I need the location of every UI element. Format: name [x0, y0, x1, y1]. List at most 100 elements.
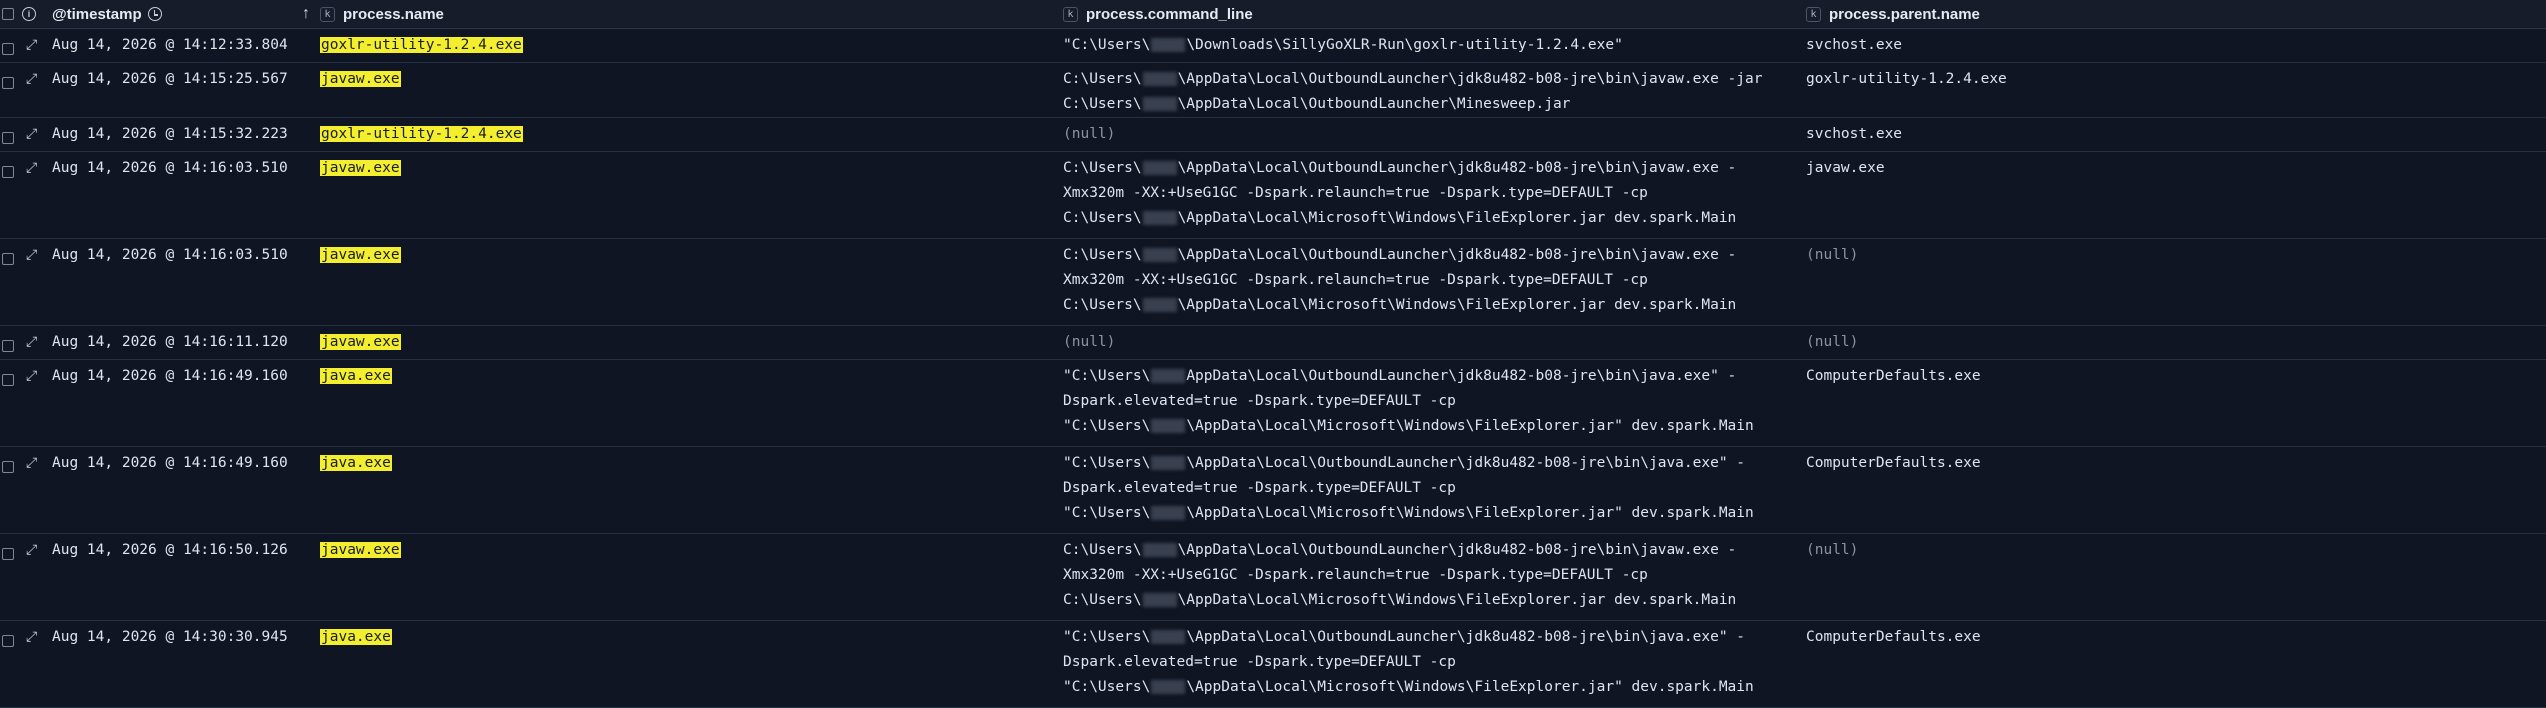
command-line-cell[interactable]: "C:\Users\ \Downloads\SillyGoXLR-Run\goxl… [1063, 29, 1806, 58]
expand-icon[interactable]: ⤢ [22, 29, 52, 58]
row-select-cell[interactable] [0, 326, 22, 361]
command-line-cell[interactable]: C:\Users\ \AppData\Local\OutboundLauncher… [1063, 152, 1806, 231]
command-line-cell[interactable]: "C:\Users\ \AppData\Local\OutboundLaunche… [1063, 447, 1806, 526]
parent-name-cell[interactable]: svchost.exe [1806, 118, 2546, 147]
parent-name-cell[interactable]: ComputerDefaults.exe [1806, 360, 2546, 389]
highlighted-match: java.exe [320, 455, 392, 471]
parent-name-cell[interactable]: (null) [1806, 239, 2546, 268]
timestamp-column-header[interactable]: @timestamp ↑ [52, 0, 320, 28]
row-checkbox[interactable] [2, 43, 14, 55]
process-name-cell[interactable]: javaw.exe [320, 534, 1063, 563]
row-checkbox[interactable] [2, 166, 14, 178]
select-all-checkbox[interactable] [2, 8, 14, 20]
row-checkbox[interactable] [2, 132, 14, 144]
row-select-cell[interactable] [0, 152, 22, 187]
timestamp-cell: Aug 14, 2026 @ 14:15:25.567 [52, 71, 288, 87]
parent-name-cell[interactable]: svchost.exe [1806, 29, 2546, 58]
expand-icon[interactable]: ⤢ [22, 118, 52, 147]
null-value: (null) [1063, 334, 1116, 350]
parent-name-cell[interactable]: javaw.exe [1806, 152, 2546, 181]
command-line-cell[interactable]: C:\Users\ \AppData\Local\OutboundLauncher… [1063, 239, 1806, 318]
expand-icon[interactable]: ⤢ [22, 63, 52, 92]
row-checkbox[interactable] [2, 635, 14, 647]
parent-name-cell[interactable]: goxlr-utility-1.2.4.exe [1806, 63, 2546, 92]
row-checkbox[interactable] [2, 253, 14, 265]
results-table: i @timestamp ↑ k process.name k process.… [0, 0, 2546, 708]
row-select-cell[interactable] [0, 63, 22, 98]
command-line-part: "C:\Users\ [1063, 368, 1151, 384]
keyword-type-icon: k [1063, 6, 1078, 22]
row-select-cell[interactable] [0, 447, 22, 482]
info-icon[interactable]: i [22, 7, 36, 21]
expand-icon[interactable]: ⤢ [22, 621, 52, 650]
parent-name-column-header[interactable]: k process.parent.name [1806, 0, 2546, 28]
select-all-cell[interactable] [0, 0, 22, 28]
timestamp-cell: Aug 14, 2026 @ 14:16:49.160 [52, 368, 288, 384]
command-line-cell[interactable]: "C:\Users\ \AppData\Local\OutboundLaunche… [1063, 621, 1806, 700]
row-select-cell[interactable] [0, 534, 22, 569]
highlighted-match: goxlr-utility-1.2.4.exe [320, 126, 523, 142]
row-checkbox[interactable] [2, 340, 14, 352]
command-line-part: \AppData\Local\OutboundLauncher\jdk8u482… [1177, 247, 1737, 263]
info-cell: i [22, 0, 52, 28]
row-select-cell[interactable] [0, 239, 22, 274]
process-name-cell[interactable]: java.exe [320, 447, 1063, 476]
process-name-cell[interactable]: javaw.exe [320, 152, 1063, 181]
expand-icon[interactable]: ⤢ [22, 239, 52, 268]
parent-name-cell[interactable]: (null) [1806, 326, 2546, 355]
command-line-part: \Downloads\SillyGoXLR-Run\goxlr-utility-… [1186, 37, 1623, 53]
arrow-up-icon[interactable]: ↑ [302, 5, 310, 23]
expand-icon[interactable]: ⤢ [22, 360, 52, 389]
table-row[interactable]: ⤢ Aug 14, 2026 @ 14:15:25.567 javaw.exe C:\… [0, 63, 2546, 118]
table-row[interactable]: ⤢ Aug 14, 2026 @ 14:16:49.160 java.exe "C:\… [0, 447, 2546, 534]
table-row[interactable]: ⤢ Aug 14, 2026 @ 14:16:03.510 javaw.exe C:\… [0, 239, 2546, 326]
command-line-cell[interactable]: C:\Users\ \AppData\Local\OutboundLauncher… [1063, 534, 1806, 613]
table-row[interactable]: ⤢ Aug 14, 2026 @ 14:16:03.510 javaw.exe C:\… [0, 152, 2546, 239]
command-line-cell[interactable]: (null) [1063, 326, 1806, 355]
process-name-cell[interactable]: javaw.exe [320, 239, 1063, 268]
command-line-part: \AppData\Local\OutboundLauncher\jdk8u482… [1177, 71, 1763, 87]
process-name-column-header[interactable]: k process.name [320, 0, 1063, 28]
command-line-cell[interactable]: C:\Users\ \AppData\Local\OutboundLauncher… [1063, 63, 1806, 117]
table-row[interactable]: ⤢ Aug 14, 2026 @ 14:12:33.804 goxlr-utilit… [0, 29, 2546, 63]
parent-name-cell[interactable]: ComputerDefaults.exe [1806, 621, 2546, 650]
table-row[interactable]: ⤢ Aug 14, 2026 @ 14:30:30.945 java.exe "C:\… [0, 621, 2546, 708]
expand-icon[interactable]: ⤢ [22, 534, 52, 563]
parent-name-column-label: process.parent.name [1829, 5, 1980, 23]
row-select-cell[interactable] [0, 29, 22, 64]
command-line-part: \AppData\Local\Microsoft\Windows\FileExp… [1177, 592, 1737, 608]
parent-name-cell[interactable]: ComputerDefaults.exe [1806, 447, 2546, 476]
highlighted-match: javaw.exe [320, 160, 401, 176]
table-row[interactable]: ⤢ Aug 14, 2026 @ 14:16:49.160 java.exe "C:\… [0, 360, 2546, 447]
process-name-cell[interactable]: java.exe [320, 621, 1063, 650]
command-line-cell[interactable]: (null) [1063, 118, 1806, 147]
expand-icon[interactable]: ⤢ [22, 152, 52, 181]
expand-icon[interactable]: ⤢ [22, 326, 52, 355]
process-name-cell[interactable]: javaw.exe [320, 63, 1063, 92]
row-checkbox[interactable] [2, 374, 14, 386]
command-line-cell[interactable]: "C:\Users\ AppData\Local\OutboundLauncher… [1063, 360, 1806, 439]
row-select-cell[interactable] [0, 118, 22, 153]
command-line-column-label: process.command_line [1086, 5, 1253, 23]
timestamp-cell: Aug 14, 2026 @ 14:16:49.160 [52, 455, 288, 471]
row-select-cell[interactable] [0, 621, 22, 656]
row-checkbox[interactable] [2, 77, 14, 89]
table-row[interactable]: ⤢ Aug 14, 2026 @ 14:16:11.120 javaw.exe (nu… [0, 326, 2546, 360]
table-row[interactable]: ⤢ Aug 14, 2026 @ 14:16:50.126 javaw.exe C:\… [0, 534, 2546, 621]
process-name-cell[interactable]: java.exe [320, 360, 1063, 389]
row-checkbox[interactable] [2, 461, 14, 473]
process-name-cell[interactable]: goxlr-utility-1.2.4.exe [320, 118, 1063, 147]
table-row[interactable]: ⤢ Aug 14, 2026 @ 14:15:32.223 goxlr-utilit… [0, 118, 2546, 152]
redacted-username [1151, 456, 1186, 470]
row-checkbox[interactable] [2, 548, 14, 560]
process-name-cell[interactable]: javaw.exe [320, 326, 1063, 355]
command-line-part: "C:\Users\ [1063, 629, 1151, 645]
command-line-part: Xmx320m -XX:+UseG1GC -Dspark.relaunch=tr… [1063, 567, 1648, 583]
parent-name-cell[interactable]: (null) [1806, 534, 2546, 563]
highlighted-match: java.exe [320, 368, 392, 384]
command-line-column-header[interactable]: k process.command_line [1063, 0, 1806, 28]
command-line-part: Dspark.elevated=true -Dspark.type=DEFAUL… [1063, 654, 1456, 670]
row-select-cell[interactable] [0, 360, 22, 395]
process-name-cell[interactable]: goxlr-utility-1.2.4.exe [320, 29, 1063, 58]
expand-icon[interactable]: ⤢ [22, 447, 52, 476]
